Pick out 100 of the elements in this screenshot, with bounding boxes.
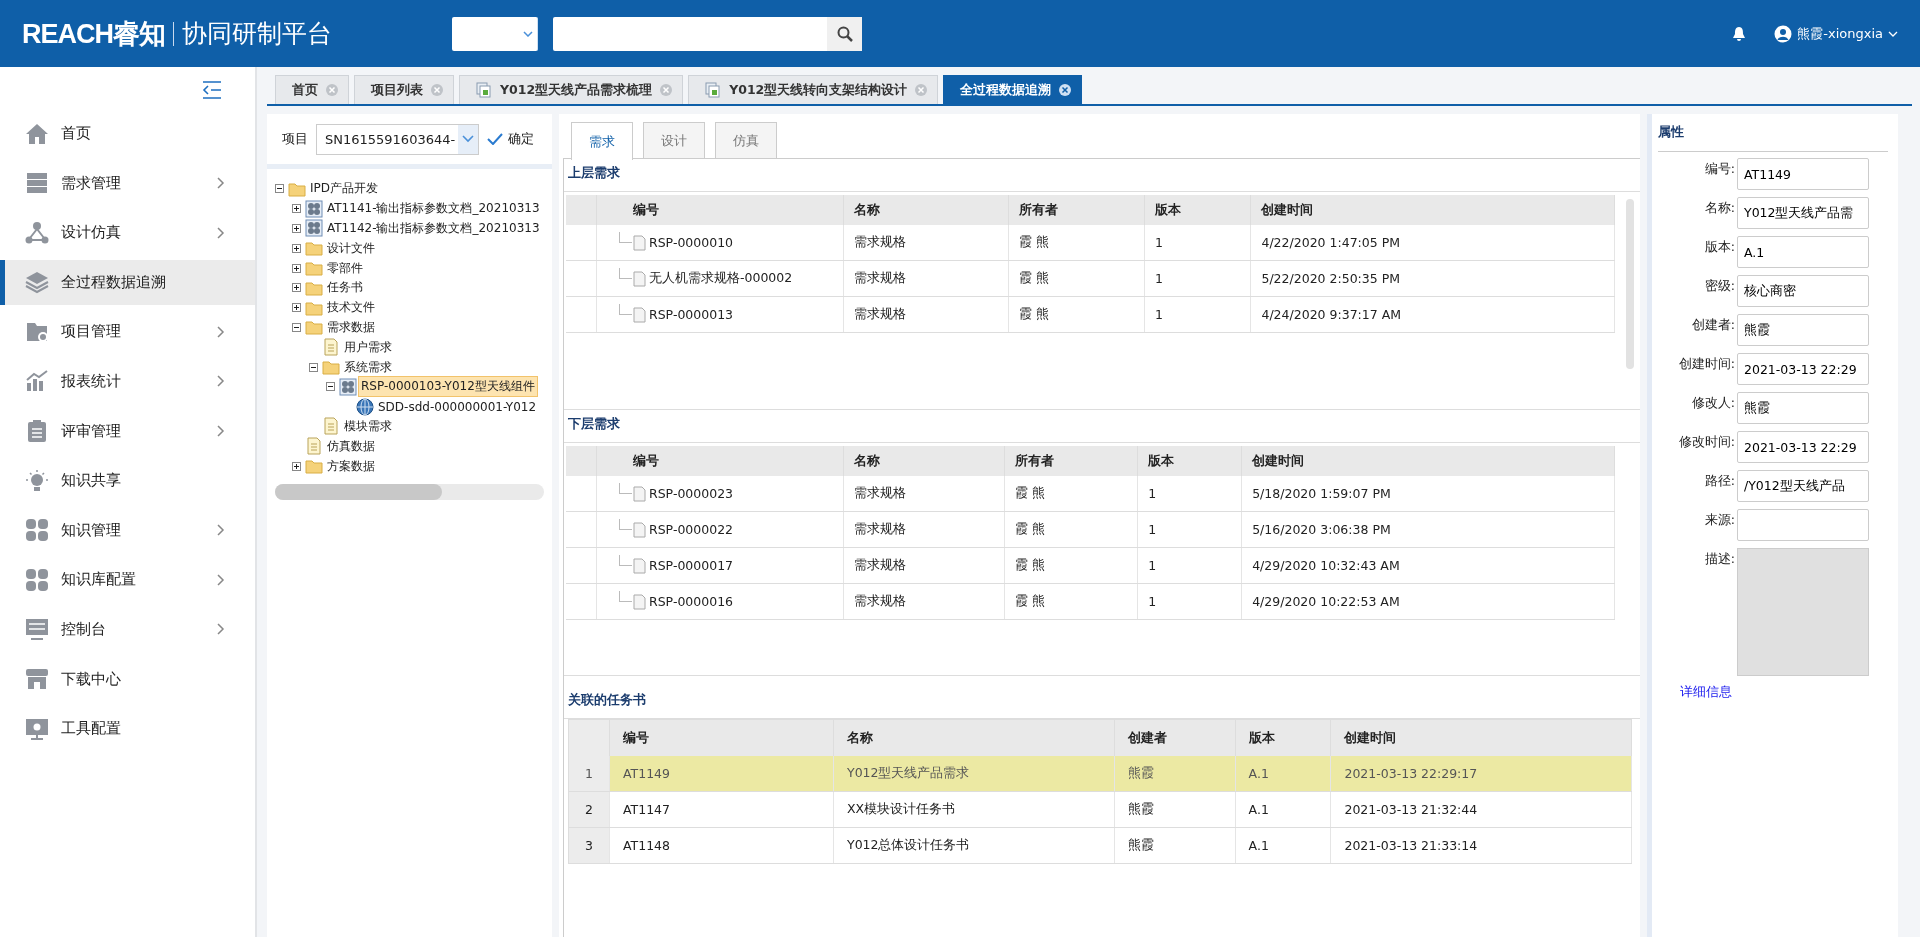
nav-item[interactable]: 工具配置 xyxy=(0,706,255,752)
table-cell: 需求规格 xyxy=(854,270,906,285)
table-cell: 需求规格 xyxy=(854,593,906,608)
table-cell: A.1 xyxy=(1248,802,1269,817)
pages-icon xyxy=(476,82,492,98)
tree-node[interactable]: 任务书 xyxy=(325,278,365,298)
user-menu[interactable]: 熊霞-xiongxia xyxy=(1774,24,1898,43)
field-label: 来源: xyxy=(1703,511,1735,529)
panel-title: 属性 xyxy=(1658,114,1888,152)
table-cell: A.1 xyxy=(1248,838,1269,853)
input-field[interactable]: Y012型天线产品需 xyxy=(1737,197,1869,229)
close-icon xyxy=(326,84,338,96)
input-field[interactable]: AT1149 xyxy=(1737,158,1869,190)
tree-node[interactable]: 设计文件 xyxy=(325,238,377,258)
page-tab[interactable]: 首页 xyxy=(275,75,349,104)
document-icon xyxy=(322,338,340,357)
nav-item[interactable]: 首页 xyxy=(0,111,255,156)
document-icon xyxy=(633,234,646,251)
input-field[interactable]: /Y012型天线产品 xyxy=(1737,470,1869,502)
nav-item[interactable]: 报表统计 xyxy=(0,358,255,404)
input-field[interactable] xyxy=(1737,509,1869,541)
confirm-button[interactable]: 确定 xyxy=(487,130,534,148)
nav-item[interactable]: 设计仿真 xyxy=(0,210,255,256)
user-name: 熊霞-xiongxia xyxy=(1797,24,1883,43)
input-field[interactable]: 核心商密 xyxy=(1737,275,1869,307)
page-tab[interactable]: Y012型天线产品需求梳理 xyxy=(459,75,684,104)
document-icon xyxy=(633,521,646,538)
collapse-icon xyxy=(202,81,222,99)
table-cell: 霞 熊 xyxy=(1015,593,1046,608)
nav-item[interactable]: 全过程数据追溯 xyxy=(0,259,255,305)
tree-node[interactable]: 技术文件 xyxy=(325,298,377,318)
table-cell: RSP-0000016 xyxy=(649,594,734,609)
table-cell: RSP-0000013 xyxy=(649,307,734,322)
tree-node[interactable]: 系统需求 xyxy=(342,357,394,377)
monitor-icon xyxy=(25,716,49,741)
scope-dropdown[interactable] xyxy=(452,16,538,51)
folder-icon xyxy=(305,239,323,258)
scrollbar[interactable] xyxy=(1626,199,1634,369)
column-header: 版本 xyxy=(1248,729,1275,745)
nav-item[interactable]: 知识管理 xyxy=(0,507,255,553)
caret-icon xyxy=(523,30,533,37)
nav-item[interactable]: 需求管理 xyxy=(0,160,255,206)
field-label: 编号: xyxy=(1703,160,1735,178)
details-link[interactable]: 详细信息 xyxy=(1680,684,1732,701)
column-header: 创建时间 xyxy=(1261,201,1314,217)
nav-item[interactable]: 知识共享 xyxy=(0,458,255,504)
table-cell: 需求规格 xyxy=(854,557,906,572)
document-icon xyxy=(633,593,646,610)
search-button[interactable] xyxy=(827,16,862,51)
table-row[interactable]: 1 AT1149 Y012型天线产品需求 熊霞 A.1 2021-03-13 22:29:17 xyxy=(568,756,1632,792)
page-tab[interactable]: 项目列表 xyxy=(354,75,454,104)
tree-node[interactable]: 模块需求 xyxy=(342,416,394,436)
grid-icon xyxy=(339,377,357,396)
table-cell: 2021-03-13 22:29:17 xyxy=(1344,766,1478,781)
tree-node[interactable]: 零部件 xyxy=(325,258,365,278)
nav-item[interactable]: 知识库配置 xyxy=(0,557,255,603)
nav-item[interactable]: 控制台 xyxy=(0,606,255,652)
section-title: 关联的任务书 xyxy=(564,686,1640,719)
avatar-icon xyxy=(1774,24,1793,43)
search-field[interactable] xyxy=(553,16,827,51)
tab[interactable]: 需求 xyxy=(571,122,633,160)
input-field[interactable]: A.1 xyxy=(1737,236,1869,268)
table-cell: RSP-0000022 xyxy=(649,522,734,537)
input-field[interactable]: 2021-03-13 22:29 xyxy=(1737,353,1869,385)
column-header: 名称 xyxy=(847,729,873,745)
field-label: 密级: xyxy=(1703,277,1735,295)
page-tab[interactable]: Y012型天线转向支架结构设计 xyxy=(688,75,939,104)
tree-node[interactable]: AT1142-输出指标参数文档_20210313 xyxy=(325,219,542,238)
tree-node[interactable]: IPD产品开发 xyxy=(308,179,380,199)
tab[interactable]: 设计 xyxy=(643,122,705,158)
scrollbar[interactable] xyxy=(275,483,544,500)
table-cell: 霞 熊 xyxy=(1019,234,1050,249)
tree-node[interactable]: 需求数据 xyxy=(325,317,377,337)
tree-node[interactable]: 方案数据 xyxy=(325,456,377,476)
table-row[interactable]: 3 AT1148 Y012总体设计任务书 熊霞 A.1 2021-03-13 21:33:14 xyxy=(568,827,1632,864)
pages-icon xyxy=(705,82,722,98)
nav-item[interactable]: 项目管理 xyxy=(0,309,255,355)
tree-node[interactable]: AT1141-输出指标参数文档_20210313 xyxy=(325,199,542,219)
nav-item[interactable]: 下载中心 xyxy=(0,656,255,702)
sliders-icon xyxy=(25,617,49,642)
nav-item[interactable]: 评审管理 xyxy=(0,408,255,454)
table-cell: 熊霞 xyxy=(1127,837,1154,852)
table-row[interactable]: 2 AT1147 XX模块设计任务书 熊霞 A.1 2021-03-13 21:32:44 xyxy=(568,791,1632,828)
close-icon xyxy=(660,84,673,96)
tree-node[interactable]: RSP-0000103-Y012型天线组件 xyxy=(359,377,537,397)
grid-icon xyxy=(305,219,323,238)
page-tab[interactable]: 全过程数据追溯 xyxy=(943,75,1083,104)
input-field[interactable]: 2021-03-13 22:29 xyxy=(1737,431,1869,463)
table-cell: RSP-0000023 xyxy=(649,486,734,501)
input-field[interactable]: 熊霞 xyxy=(1737,314,1869,346)
table-cell: RSP-0000010 xyxy=(649,235,734,250)
row-number: 3 xyxy=(585,838,593,853)
tree-node[interactable]: 用户需求 xyxy=(342,337,394,357)
tab[interactable]: 仿真 xyxy=(715,122,777,158)
project-dropdown[interactable]: SN1615591603644- xyxy=(316,123,479,155)
column-header: 版本 xyxy=(1148,452,1175,468)
table-cell: 2021-03-13 21:32:44 xyxy=(1344,802,1478,817)
tree-node[interactable]: 仿真数据 xyxy=(325,436,377,456)
input-field[interactable]: 熊霞 xyxy=(1737,392,1869,424)
tree-node[interactable]: SDD-sdd-000000001-Y012 xyxy=(376,398,539,415)
